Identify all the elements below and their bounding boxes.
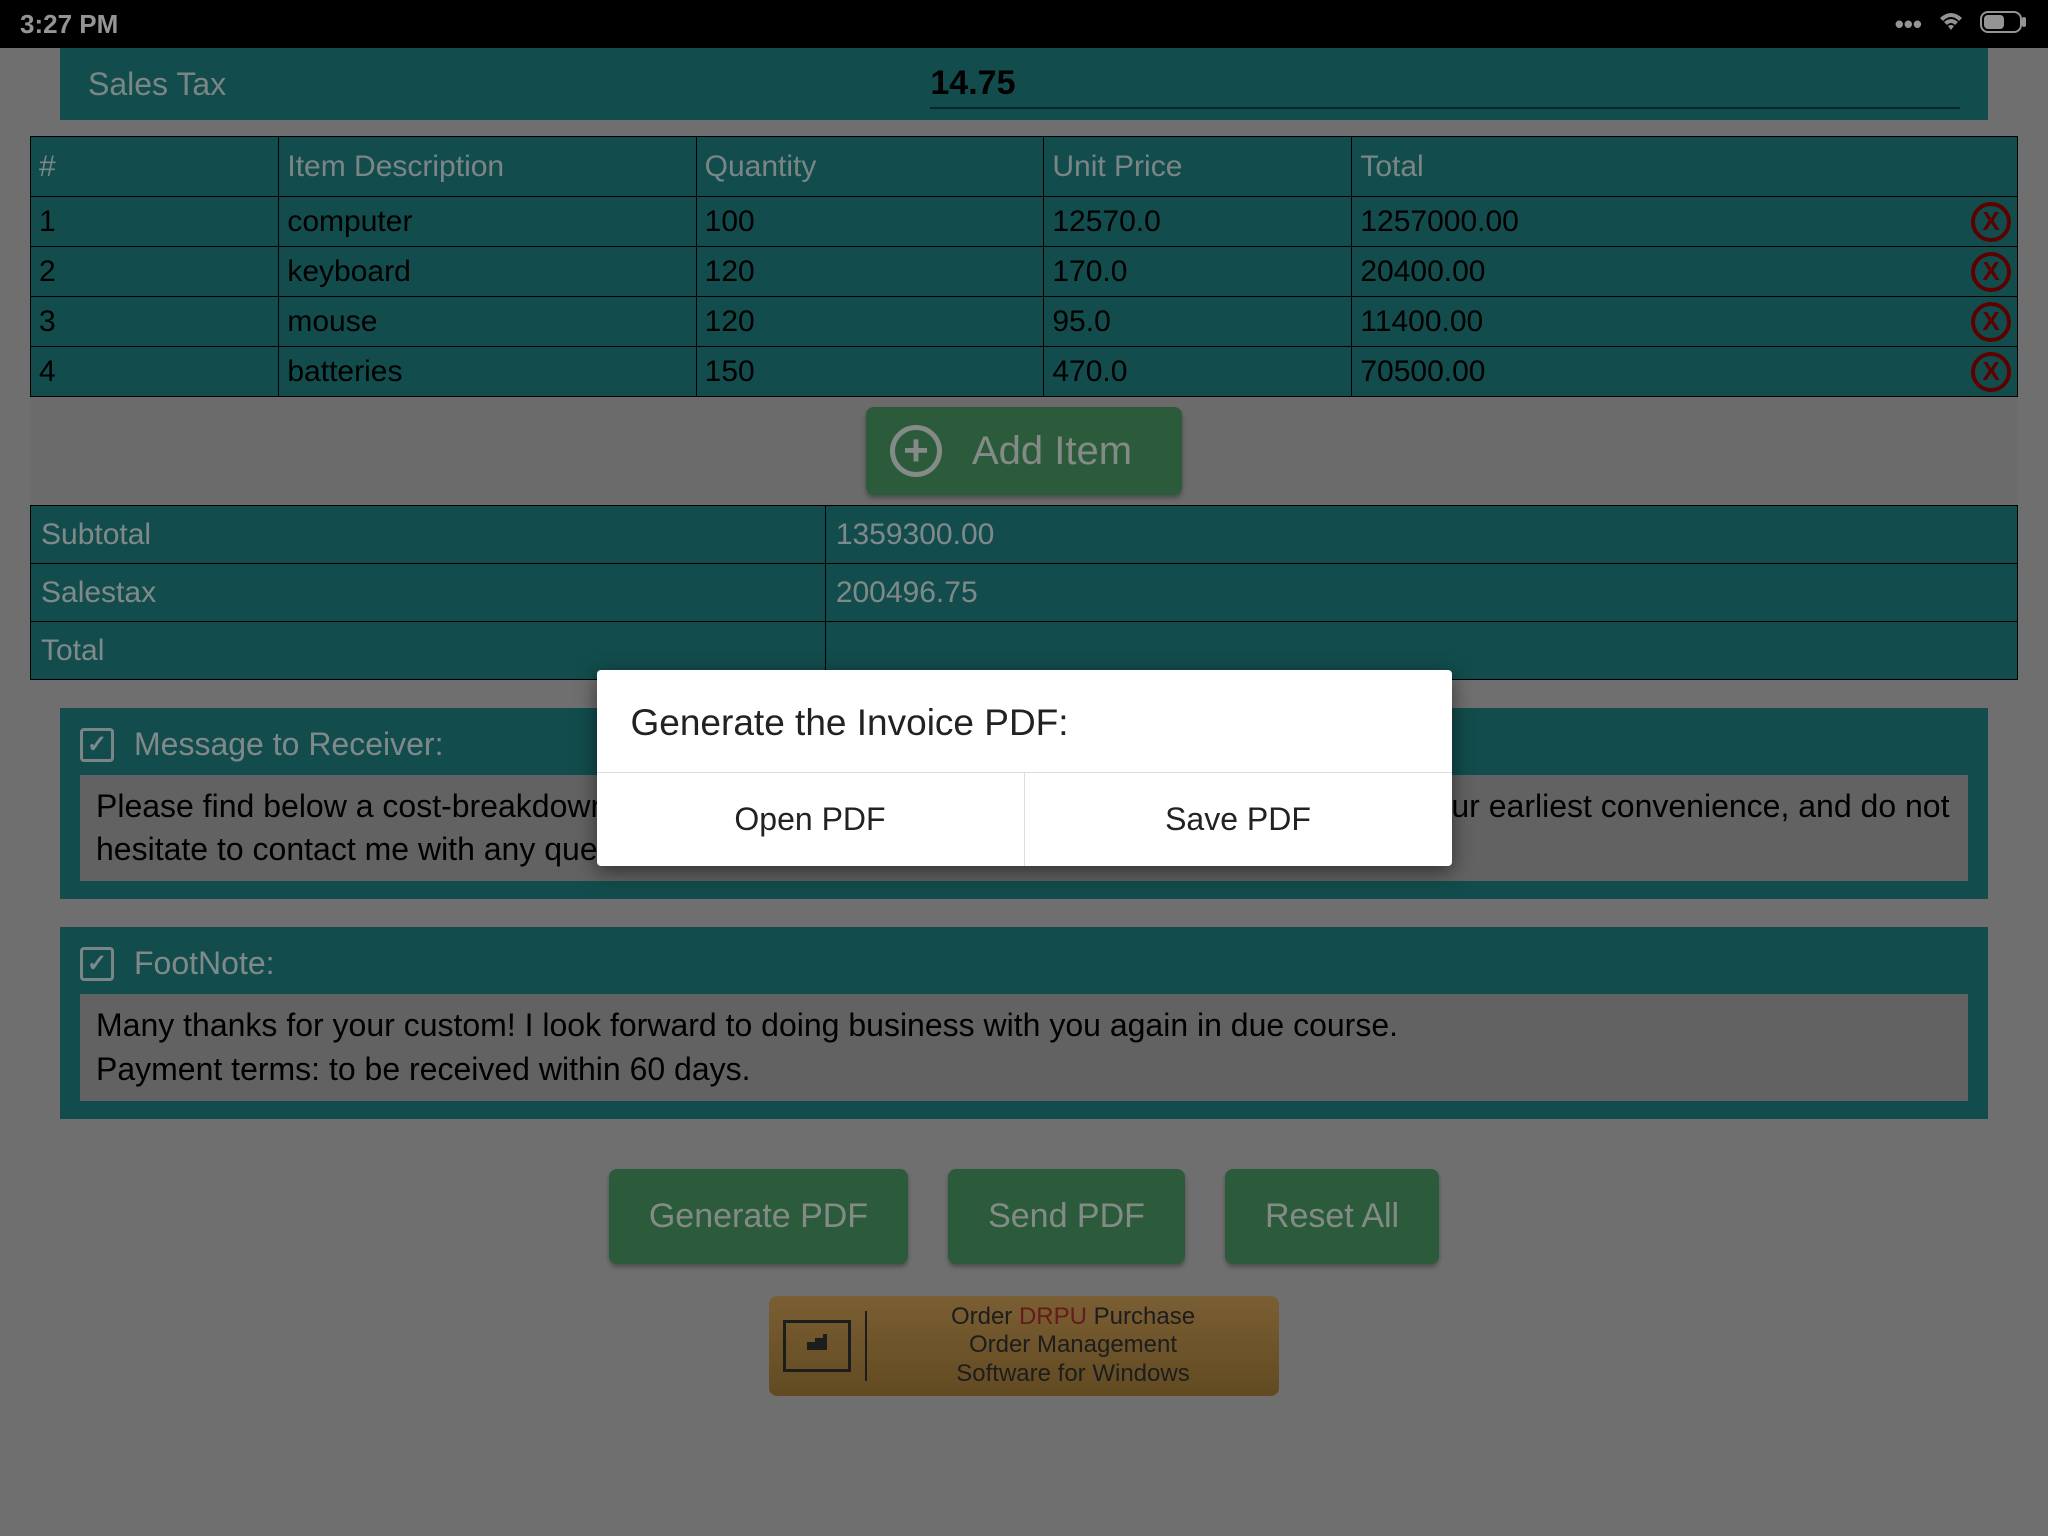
pdf-dialog: Generate the Invoice PDF: Open PDF Save …: [597, 670, 1452, 866]
save-pdf-button[interactable]: Save PDF: [1025, 773, 1452, 866]
dialog-title: Generate the Invoice PDF:: [597, 670, 1452, 773]
open-pdf-button[interactable]: Open PDF: [597, 773, 1025, 866]
modal-overlay[interactable]: Generate the Invoice PDF: Open PDF Save …: [0, 0, 2048, 1536]
